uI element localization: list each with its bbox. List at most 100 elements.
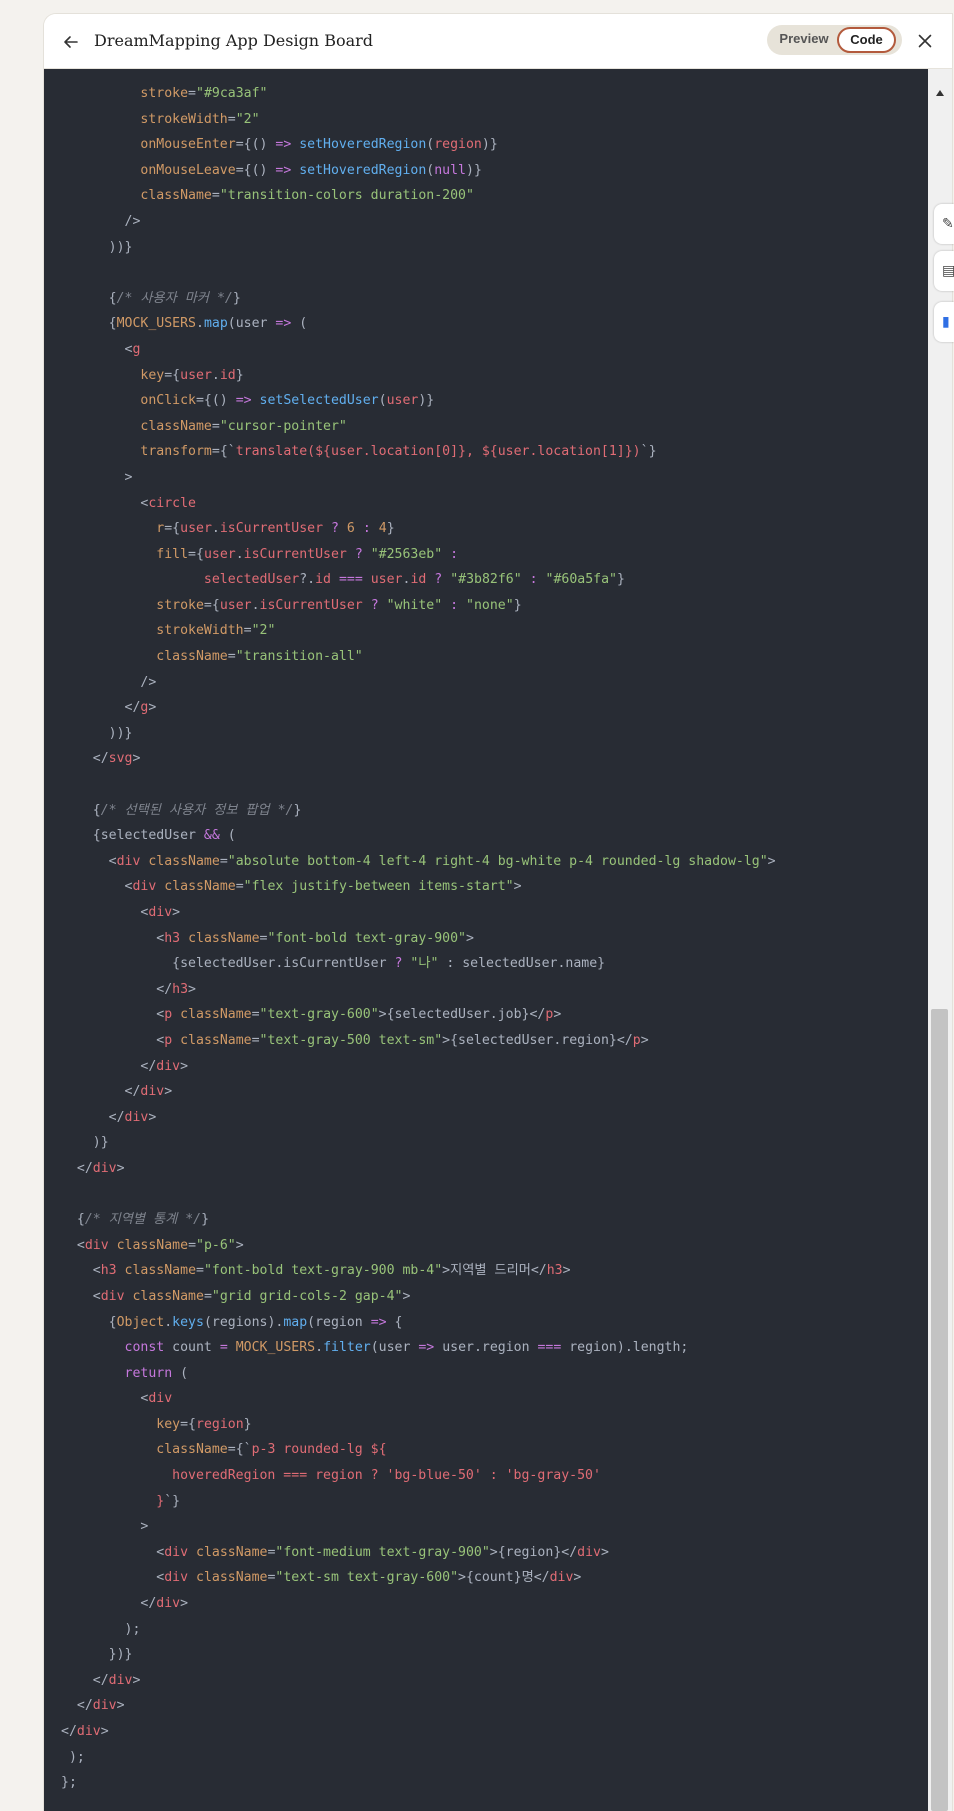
code-token: { [61,290,117,306]
code-line: onMouseEnter={() => setHoveredRegion(reg… [61,132,776,158]
code-token: setSelectedUser [259,393,379,409]
code-token: "white" [386,597,443,613]
code-token: </ [61,751,109,767]
code-token: div [116,853,141,869]
code-line: > [61,465,776,491]
side-tab-3[interactable]: ▮ [934,302,954,342]
code-token: < [61,495,149,511]
code-token: className [188,930,260,946]
code-line: return ( [61,1361,776,1387]
code-token: null [434,162,466,178]
code-token: }; [61,1775,77,1791]
code-token: = [211,418,220,434]
code-token: < [61,1237,85,1253]
side-tab-2[interactable]: ▤ [934,251,954,291]
code-token: "2" [235,111,260,127]
code-viewer[interactable]: stroke="#9ca3af" strokeWidth="2" onMouse… [44,69,928,1811]
code-token: => [418,1340,435,1356]
code-token: return [124,1365,173,1381]
code-token: "2" [251,623,276,639]
code-line: ); [61,1745,776,1771]
code-token: /* 지역별 통계 */ [84,1212,202,1228]
code-token: ={ [180,1416,196,1432]
code-token: ?. [299,572,316,588]
code-token: < [61,1570,165,1586]
code-token: => [275,137,292,153]
code-token: div [156,1596,181,1612]
code-token: )} [418,393,435,409]
code-token: /* 사용자 마커 */ [116,290,233,306]
code-token: )} [61,1135,109,1151]
code-token: div [132,879,157,895]
code-token: div [164,1570,189,1586]
code-token: "absolute bottom-4 left-4 right-4 bg-whi… [227,853,768,869]
code-token: > [132,751,141,767]
code-token: div [92,1698,117,1714]
code-token: fill [156,546,189,562]
code-token: div [100,1288,125,1304]
code-line: )} [61,1130,776,1156]
code-token: = [203,1288,212,1304]
code-token: = [227,111,236,127]
code-token: > [402,1288,411,1304]
code-line: <div className="absolute bottom-4 left-4… [61,849,776,875]
code-token: className [140,188,212,204]
code-token: p-3 rounded-lg ${ [251,1442,387,1458]
code-token: className [180,1032,252,1048]
code-line: {MOCK_USERS.map(user => ( [61,311,776,337]
code-token: ={() [195,393,236,409]
code-token: 6 [346,521,355,537]
code-line: }; [61,1770,776,1796]
code-line: <p className="text-gray-500 text-sm">{se… [61,1028,776,1054]
side-tab-1[interactable]: ✎ [934,204,954,244]
arrow-left-icon[interactable] [58,29,84,55]
code-line: stroke={user.isCurrentUser ? "white" : "… [61,593,776,619]
code-token: region [434,137,482,153]
tool-icon: ▮ [942,313,950,329]
artifact-title: DreamMapping App Design Board [94,31,374,50]
chevron-up-icon[interactable] [931,86,948,100]
code-token: className [148,853,220,869]
code-token: {selectedUser [61,828,204,844]
code-token: "#3b82f6" [450,572,522,588]
document-icon: ▤ [942,262,954,278]
scrollbar-thumb[interactable] [931,1009,948,1811]
code-token: user [219,597,252,613]
code-token: > [116,1698,125,1714]
code-line: <g [61,337,776,363]
code-tab[interactable]: Code [837,27,896,53]
close-icon[interactable] [914,30,936,52]
code-token: isCurrentUser [243,546,347,562]
code-token: < [61,1007,165,1023]
code-token: strokeWidth [156,623,244,639]
code-token: "font-bold text-gray-900 mb-4" [203,1263,443,1279]
code-token: Object [116,1314,165,1330]
code-line: <div [61,1386,776,1412]
code-token: ={ [164,521,181,537]
code-token: "text-gray-600" [259,1007,379,1023]
code-token: ( [219,828,236,844]
code-line: <div> [61,900,776,926]
code-line: <p className="text-gray-600">{selectedUs… [61,1002,776,1028]
code-line: </svg> [61,746,776,772]
code-token: >{selectedUser.region}</ [442,1032,633,1048]
code-token: > [562,1263,571,1279]
code-token: "cursor-pointer" [219,418,347,434]
code-token: className [132,1288,204,1304]
code-token: user.region [434,1340,538,1356]
code-line: ))} [61,721,776,747]
code-token: < [61,341,133,357]
preview-tab[interactable]: Preview [773,27,835,51]
code-token: stroke [140,86,189,101]
